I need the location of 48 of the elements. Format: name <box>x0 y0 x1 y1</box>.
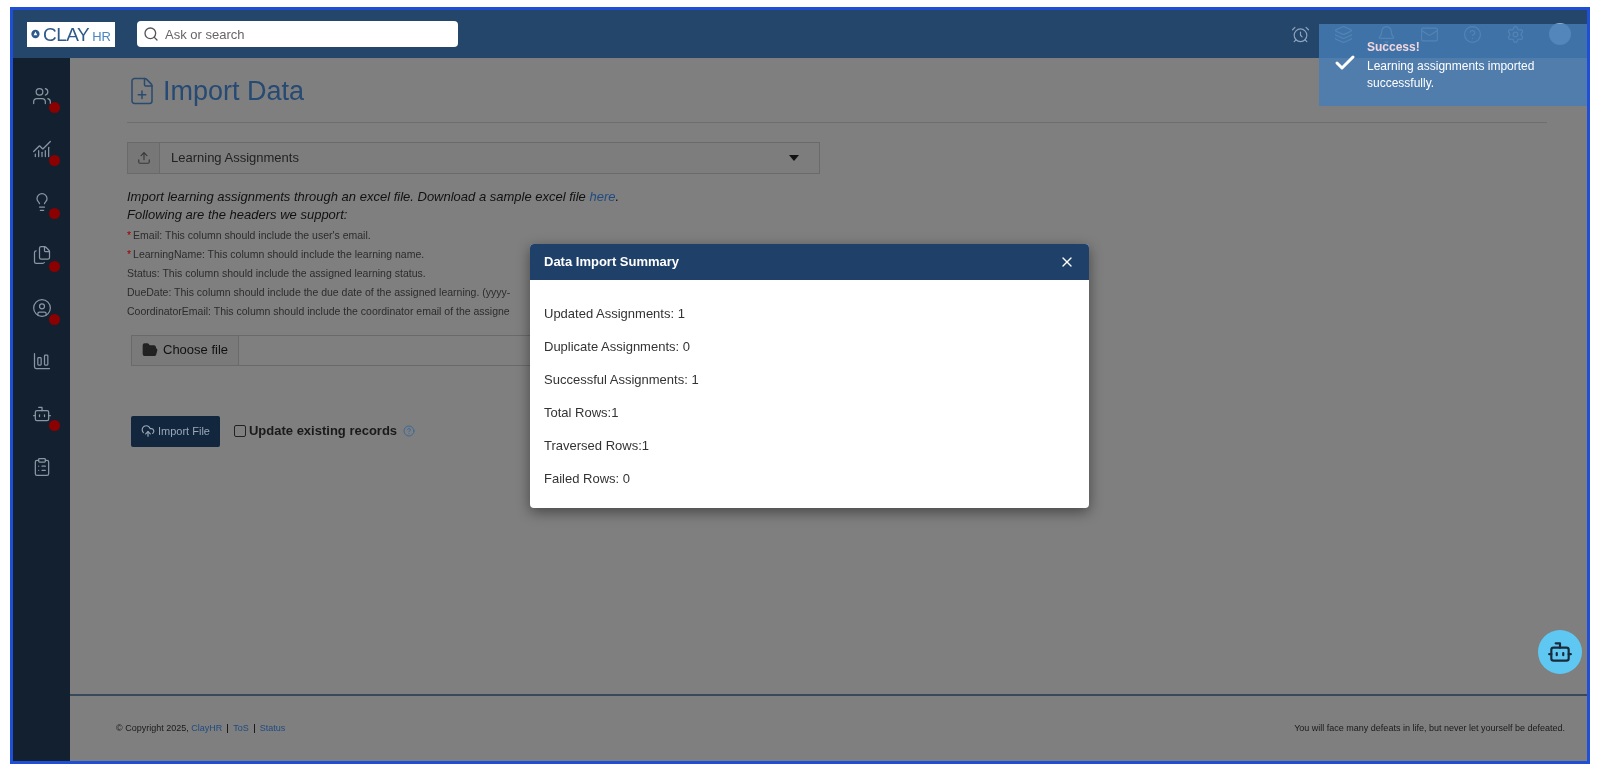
documents-icon[interactable] <box>31 245 52 265</box>
header-description: Email: This column should include the user's email. <box>133 227 371 243</box>
summary-line: Successful Assignments: 1 <box>544 371 700 389</box>
dialog-title: Data Import Summary <box>544 253 680 272</box>
sample-file-link[interactable]: here <box>589 188 616 204</box>
type-select[interactable]: Learning Assignments <box>127 141 820 174</box>
search-icon <box>143 26 159 42</box>
copyright-text: © Copyright 2025, ClayHR <box>116 721 223 735</box>
required-mark: * <box>127 227 132 243</box>
toast-message: Learning assignments imported successfully. <box>1367 58 1536 92</box>
user-circle-icon[interactable] <box>31 298 52 318</box>
toast-title: Success! <box>1367 39 1421 56</box>
caret-icon <box>789 154 799 161</box>
robot-icon[interactable] <box>31 404 52 424</box>
update-existing-checkbox[interactable] <box>233 425 246 437</box>
upload-icon <box>136 150 151 165</box>
page-title: Import Data <box>163 75 305 108</box>
header-description: CoordinatorEmail: This column should include the coordinator email of the assigne <box>127 303 510 319</box>
company-link[interactable]: ClayHR <box>191 722 223 733</box>
summary-line: Traversed Rows:1 <box>544 437 650 455</box>
summary-line: Duplicate Assignments: 0 <box>544 338 691 356</box>
required-mark: * <box>127 246 132 262</box>
people-icon[interactable] <box>31 86 52 106</box>
checkbox-label: Update existing records <box>248 422 398 441</box>
header-description: LearningName: This column should include the learning name. <box>133 246 425 262</box>
footer-link[interactable]: ToS <box>233 721 249 736</box>
growth-chart-icon[interactable] <box>31 139 52 159</box>
footer-link[interactable]: Status <box>259 721 286 736</box>
import-file-button[interactable]: Import File <box>131 415 220 447</box>
headers-heading: Following are the headers we support: <box>127 205 349 224</box>
header-description: Status: This column should include the assigned learning status. <box>127 265 426 281</box>
logo[interactable]: CLAY HR <box>27 21 115 47</box>
intro-text: Import learning assignments through an excel file. Download a sample excel file here. <box>127 187 621 206</box>
footer-quote: You will face many defeats in life, but never let yourself be defeated. <box>1294 721 1565 735</box>
header-description: DueDate: This column should include the due date of the assigned learning. (yyyy- <box>127 284 511 300</box>
robot-icon <box>1547 639 1573 665</box>
cloud-upload-icon <box>141 424 155 438</box>
summary-line: Updated Assignments: 1 <box>544 305 686 323</box>
alarm-clock-icon[interactable] <box>1291 24 1310 44</box>
summary-line: Total Rows:1 <box>544 404 620 422</box>
bar-chart-icon[interactable] <box>31 351 52 371</box>
choose-file-button[interactable]: Choose file <box>132 335 240 365</box>
search-field[interactable]: Ask or search <box>137 21 458 47</box>
logo-text: CLAY <box>42 24 90 44</box>
logo-mark-icon <box>31 27 40 41</box>
folder-icon <box>142 342 158 358</box>
summary-line: Failed Rows: 0 <box>544 470 631 488</box>
logo-suffix: HR <box>92 29 111 43</box>
